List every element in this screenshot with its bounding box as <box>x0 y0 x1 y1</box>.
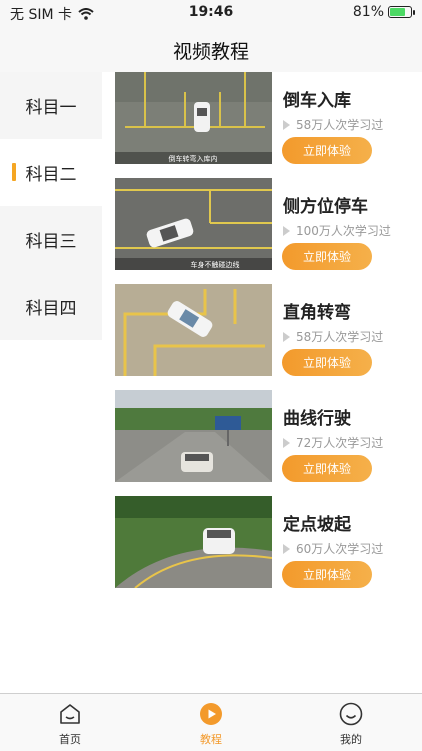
lesson-thumbnail[interactable]: 倒车转弯入库内 <box>115 72 272 164</box>
lesson-title: 侧方位停车 <box>283 197 368 217</box>
status-bar: 无 SIM 卡 19:46 81% <box>0 0 422 26</box>
lesson-card[interactable]: 曲线行驶 72万人次学习过 立即体验 <box>102 390 422 496</box>
lesson-thumbnail[interactable] <box>115 390 272 482</box>
sidebar-item-subject-3[interactable]: 科目三 <box>0 206 102 273</box>
tab-home[interactable]: 首页 <box>30 702 110 747</box>
learner-count: 58万人次学习过 <box>296 118 384 132</box>
bottom-tab-bar: 首页 教程 我的 <box>0 693 422 751</box>
lesson-meta: 58万人次学习过 <box>283 116 383 133</box>
sidebar-item-subject-1[interactable]: 科目一 <box>0 72 102 139</box>
status-right: 81% <box>352 4 415 20</box>
tab-label: 教程 <box>200 733 222 746</box>
play-circle-icon <box>200 703 222 725</box>
parking-lot-image: 倒车转弯入库内 <box>115 72 272 164</box>
sidebar-item-label: 科目一 <box>25 98 77 118</box>
smile-icon <box>339 702 363 726</box>
play-triangle-icon <box>283 119 290 130</box>
curve-driving-image <box>115 390 272 482</box>
try-now-button[interactable]: 立即体验 <box>282 243 372 270</box>
nav-bar: 视频教程 <box>0 26 422 72</box>
tab-label: 我的 <box>340 733 362 746</box>
play-triangle-icon <box>283 225 290 236</box>
sidebar-item-label: 科目二 <box>25 165 77 185</box>
battery-level <box>390 8 405 16</box>
home-icon <box>60 704 80 724</box>
subject-sidebar: 科目一 科目二 科目三 科目四 <box>0 72 102 340</box>
side-parking-image: 车身不触碰边线 <box>115 178 272 270</box>
learner-count: 100万人次学习过 <box>296 224 391 238</box>
play-triangle-icon <box>283 543 290 554</box>
lesson-title: 倒车入库 <box>283 91 351 111</box>
right-angle-turn-image <box>115 284 272 376</box>
hill-start-image <box>115 496 272 588</box>
tab-label: 首页 <box>59 733 81 746</box>
lesson-title: 直角转弯 <box>283 303 351 323</box>
tab-tutorial[interactable]: 教程 <box>171 702 251 747</box>
lesson-title: 曲线行驶 <box>283 409 351 429</box>
lesson-card[interactable]: 倒车转弯入库内 倒车入库 58万人次学习过 立即体验 <box>102 72 422 178</box>
lesson-card[interactable]: 车身不触碰边线 侧方位停车 100万人次学习过 立即体验 <box>102 178 422 284</box>
play-triangle-icon <box>283 331 290 342</box>
try-now-button[interactable]: 立即体验 <box>282 561 372 588</box>
battery-percent: 81% <box>352 4 384 20</box>
video-caption: 倒车转弯入库内 <box>169 154 218 163</box>
try-now-button[interactable]: 立即体验 <box>282 137 372 164</box>
video-caption: 车身不触碰边线 <box>191 260 240 269</box>
lesson-title: 定点坡起 <box>283 515 351 535</box>
lesson-thumbnail[interactable]: 车身不触碰边线 <box>115 178 272 270</box>
play-triangle-icon <box>283 437 290 448</box>
lesson-thumbnail[interactable] <box>115 496 272 588</box>
lesson-meta: 72万人次学习过 <box>283 434 383 451</box>
lesson-meta: 100万人次学习过 <box>283 222 391 239</box>
lesson-meta: 60万人次学习过 <box>283 540 383 557</box>
try-now-button[interactable]: 立即体验 <box>282 455 372 482</box>
page-title: 视频教程 <box>172 41 249 63</box>
sidebar-item-label: 科目四 <box>25 299 77 319</box>
lesson-thumbnail[interactable] <box>115 284 272 376</box>
learner-count: 58万人次学习过 <box>296 330 384 344</box>
learner-count: 60万人次学习过 <box>296 542 384 556</box>
sidebar-item-label: 科目三 <box>25 232 77 252</box>
try-now-button[interactable]: 立即体验 <box>282 349 372 376</box>
lesson-meta: 58万人次学习过 <box>283 328 383 345</box>
lesson-card[interactable]: 直角转弯 58万人次学习过 立即体验 <box>102 284 422 390</box>
learner-count: 72万人次学习过 <box>296 436 384 450</box>
sidebar-item-subject-2[interactable]: 科目二 <box>0 139 102 206</box>
battery-icon <box>388 6 415 18</box>
sidebar-item-subject-4[interactable]: 科目四 <box>0 273 102 340</box>
lesson-card[interactable]: 定点坡起 60万人次学习过 立即体验 <box>102 496 422 602</box>
active-indicator <box>12 163 16 181</box>
tab-profile[interactable]: 我的 <box>311 702 391 747</box>
